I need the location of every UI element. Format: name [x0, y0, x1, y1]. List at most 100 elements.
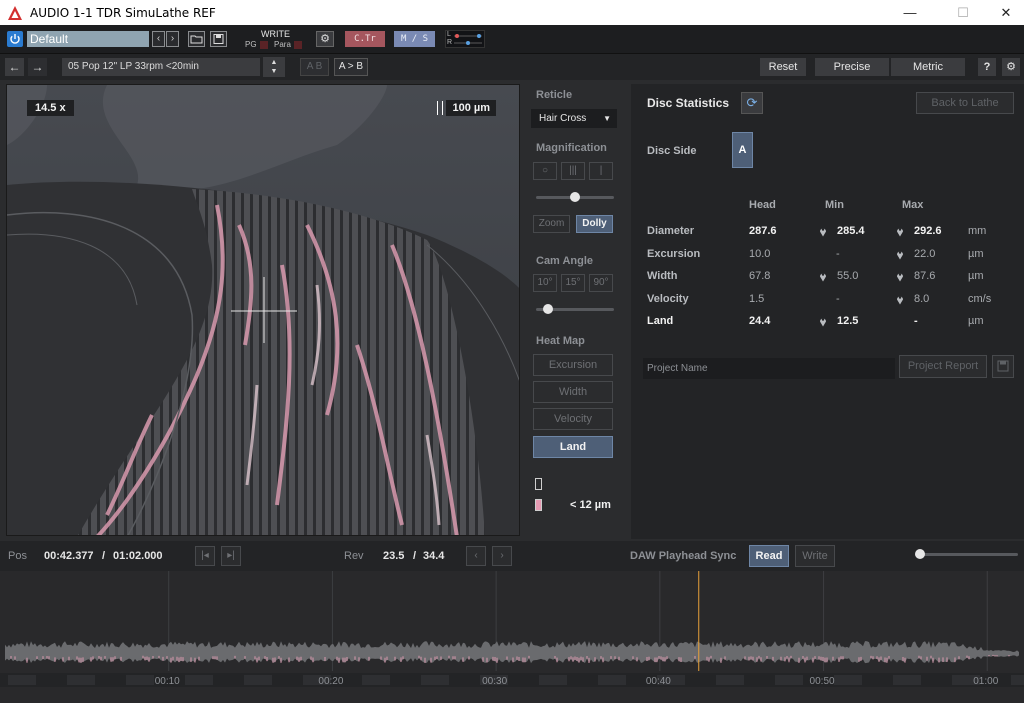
rev-next-button[interactable]: ›	[492, 546, 512, 566]
pin-icon	[897, 250, 903, 259]
caret-down-icon: ▼	[603, 114, 611, 123]
timeline-block	[8, 675, 36, 685]
skip-start-button[interactable]: |◂	[195, 546, 215, 566]
disc-side-button[interactable]: A	[732, 132, 753, 168]
stat-min: 12.5	[837, 315, 859, 327]
para-toggle[interactable]	[294, 41, 302, 49]
timeline-block	[893, 675, 921, 685]
pin-icon	[820, 318, 826, 327]
skip-back-icon: |◂	[201, 550, 209, 561]
stat-min: 285.4	[837, 225, 865, 237]
track-selector[interactable]: 05 Pop 12" LP 33rpm <20min	[62, 58, 260, 76]
save-icon	[997, 360, 1009, 372]
cam-angle-slider-knob[interactable]	[542, 304, 553, 314]
timeline-tick-label: 00:50	[809, 676, 835, 687]
rev-current: 23.5	[383, 550, 405, 562]
stat-name: Diameter	[647, 225, 695, 237]
forward-nav-button[interactable]: →	[28, 58, 47, 76]
timeline[interactable]: 00:10 00:20 00:30 00:40 00:50 01:00	[0, 571, 1024, 703]
back-to-lathe-button[interactable]: Back to Lathe	[916, 92, 1014, 114]
preset-prev-button[interactable]: ‹	[152, 31, 165, 47]
skip-end-button[interactable]: ▸|	[221, 546, 241, 566]
groove-viewer[interactable]: 14.5 x 100 µm	[6, 84, 520, 536]
close-button[interactable]: ✕	[983, 0, 1024, 25]
pg-toggle[interactable]	[260, 41, 268, 49]
save-preset-button[interactable]	[210, 31, 227, 47]
chevron-right-icon: ›	[500, 550, 504, 561]
timeline-block	[1011, 675, 1024, 685]
heatmap-land-button[interactable]: Land	[533, 436, 613, 458]
maximize-button[interactable]: ☐	[940, 0, 986, 25]
track-stepper[interactable]: ▲ ▼	[263, 57, 285, 77]
arrow-right-icon: →	[31, 60, 44, 74]
preset-field[interactable]: Default	[27, 31, 149, 47]
power-button[interactable]	[7, 31, 23, 47]
options-button[interactable]: ⚙	[1002, 58, 1020, 76]
reticle-dropdown[interactable]: Hair Cross ▼	[531, 109, 617, 128]
help-button[interactable]: ?	[978, 58, 996, 76]
heat-map-label: Heat Map	[536, 335, 585, 347]
pos-separator: /	[102, 550, 106, 562]
minimize-button[interactable]: —	[887, 0, 933, 25]
timeline-block	[716, 675, 744, 685]
heatmap-velocity-button[interactable]: Velocity	[533, 408, 613, 430]
disc-side-label: Disc Side	[647, 145, 697, 157]
rev-prev-button[interactable]: ‹	[466, 546, 486, 566]
stat-unit: µm	[968, 270, 984, 282]
scale-badge: 100 µm	[446, 100, 496, 116]
pin-icon	[897, 295, 903, 304]
reset-button[interactable]: Reset	[760, 58, 806, 76]
pin-icon	[897, 273, 903, 282]
stat-name: Width	[647, 270, 678, 282]
write-button[interactable]: Write	[795, 545, 835, 567]
zoom-button[interactable]: Zoom	[533, 215, 570, 233]
back-nav-button[interactable]: ←	[5, 58, 24, 76]
mag-single-button[interactable]: |	[589, 162, 613, 180]
save-report-button[interactable]	[992, 355, 1014, 378]
mag-lines-button[interactable]: |||	[561, 162, 585, 180]
circle-icon: ○	[541, 165, 549, 176]
angle-90-button[interactable]: 90°	[589, 274, 613, 292]
preset-next-button[interactable]: ›	[166, 31, 179, 47]
timeline-zoom-slider-knob[interactable]	[915, 549, 925, 559]
stats-row: Width 67.8 55.0 87.6 µm	[631, 270, 1024, 286]
stat-name: Excursion	[647, 247, 701, 260]
angle-15-button[interactable]: 15°	[561, 274, 585, 292]
dolly-button[interactable]: Dolly	[576, 215, 613, 233]
heatmap-width-button[interactable]: Width	[533, 381, 613, 403]
heatmap-excursion-button[interactable]: Excursion	[533, 354, 613, 376]
metric-button[interactable]: Metric	[891, 58, 965, 76]
timeline-block	[834, 675, 862, 685]
daw-sync-label: DAW Playhead Sync	[630, 550, 737, 562]
magnification-slider[interactable]	[536, 192, 614, 202]
pos-total: 01:02.000	[113, 550, 163, 562]
angle-10-button[interactable]: 10°	[533, 274, 557, 292]
settings-button[interactable]: ⚙	[316, 31, 334, 47]
lr-meter-icon	[454, 34, 482, 45]
mag-circle-button[interactable]: ○	[533, 162, 557, 180]
cam-angle-slider[interactable]	[536, 304, 614, 314]
ab-button[interactable]: A B	[300, 58, 329, 76]
pin-icon	[897, 228, 903, 237]
timeline-zoom-slider[interactable]	[915, 549, 1018, 559]
lr-meter[interactable]: L R	[445, 30, 485, 48]
folder-icon	[190, 35, 203, 44]
ctr-button[interactable]: C.Tr	[345, 31, 385, 47]
ms-button[interactable]: M / S	[394, 31, 435, 47]
precise-button[interactable]: Precise	[815, 58, 889, 76]
timeline-block	[244, 675, 272, 685]
project-report-button[interactable]: Project Report	[899, 355, 987, 378]
open-folder-button[interactable]	[188, 31, 205, 47]
magnification-slider-knob[interactable]	[570, 192, 580, 202]
project-name-input[interactable]: Project Name	[643, 358, 895, 379]
stat-head: 287.6	[749, 225, 777, 237]
zoom-badge: 14.5 x	[27, 100, 74, 116]
stat-head: 24.4	[749, 315, 771, 327]
read-button[interactable]: Read	[749, 545, 789, 567]
stats-row: Land 24.4 12.5 - µm	[631, 315, 1024, 331]
stat-min: -	[836, 247, 840, 260]
refresh-button[interactable]: ⟳	[741, 92, 763, 114]
timeline-block	[185, 675, 213, 685]
stats-row: Diameter 287.6 285.4 292.6 mm	[631, 225, 1024, 241]
a-to-b-button[interactable]: A > B	[334, 58, 368, 76]
